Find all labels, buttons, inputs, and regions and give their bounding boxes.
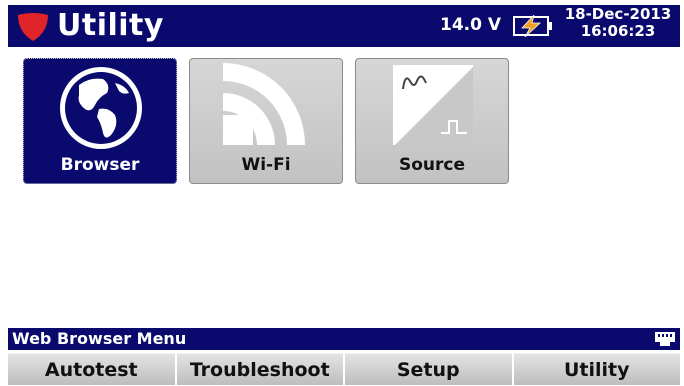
softkey-bar: Autotest Troubleshoot Setup Utility [8,353,680,385]
wifi-icon [215,63,319,157]
softkey-setup[interactable]: Setup [345,353,512,385]
date-time: 18-Dec-2013 16:06:23 [556,6,680,40]
date-text: 18-Dec-2013 [564,5,672,23]
source-tile[interactable]: Source [355,58,509,184]
softkey-troubleshoot[interactable]: Troubleshoot [176,353,343,385]
page-title: Utility [57,8,164,43]
tile-label: Wi-Fi [241,155,291,175]
voltage-readout: 14.0 V [440,15,502,35]
globe-icon [49,63,153,157]
softkey-utility[interactable]: Utility [513,353,680,385]
ethernet-icon [654,331,676,351]
battery-charging-icon [513,14,555,41]
browser-tile[interactable]: Browser [23,58,177,184]
wifi-tile[interactable]: Wi-Fi [189,58,343,184]
title-bar: Utility 14.0 V 18-Dec-2013 16:06:23 [8,5,680,47]
status-bar: Web Browser Menu [8,328,680,350]
shield-logo-icon [16,12,50,46]
status-text: Web Browser Menu [12,329,187,348]
softkey-autotest[interactable]: Autotest [8,353,175,385]
tile-label: Browser [60,155,140,175]
tile-label: Source [398,155,466,175]
time-text: 16:06:23 [580,22,656,40]
signal-source-icon [381,63,485,157]
